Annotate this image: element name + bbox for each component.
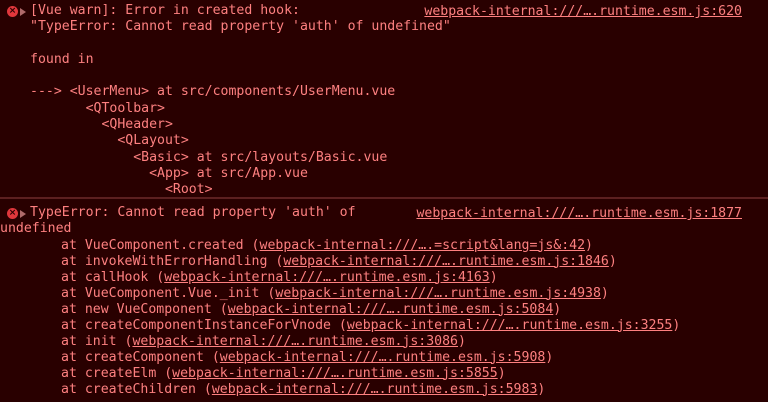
source-link[interactable]: webpack-internal:///….runtime.esm.js:620: [424, 4, 742, 20]
error-detail-line: "TypeError: Cannot read property 'auth' …: [30, 19, 451, 35]
stack-frame: at createComponent (webpack-internal:///…: [30, 350, 742, 366]
stack-frame-link[interactable]: webpack-internal:///….runtime.esm.js:184…: [283, 254, 609, 269]
stack-frame-function: at callHook (: [61, 269, 165, 285]
stack-frame-link[interactable]: webpack-internal:///….runtime.esm.js:508…: [228, 302, 554, 317]
stack-frame-function: at new VueComponent (: [61, 301, 228, 317]
stack-frame: at createComponentInstanceForVnode (webp…: [30, 318, 742, 334]
component-trace-line: <QHeader>: [30, 117, 173, 133]
component-trace-line: <Basic> at src/layouts/Basic.vue: [30, 149, 388, 165]
stack-frame: at callHook (webpack-internal:///….runti…: [30, 270, 742, 286]
stack-frame-suffix: ): [537, 381, 546, 397]
console-error-entry: × TypeError: Cannot read property 'auth'…: [0, 198, 768, 402]
stack-frame-link[interactable]: webpack-internal:///….runtime.esm.js:416…: [164, 270, 490, 285]
stack-frame-suffix: ): [545, 349, 554, 365]
stack-frame-function: at VueComponent.created (: [61, 237, 260, 253]
stack-frame-suffix: ): [458, 333, 466, 349]
expand-triangle-icon[interactable]: [20, 8, 26, 16]
stack-frame-suffix: ): [600, 285, 609, 301]
error-detail-line: [30, 68, 742, 84]
error-circle-icon: ×: [7, 6, 18, 17]
stack-frame-suffix: ): [672, 317, 681, 333]
component-trace-line: ---> <UserMenu> at src/components/UserMe…: [30, 84, 396, 100]
stack-frame: at createChildren (webpack-internal:///……: [30, 382, 742, 398]
stack-frame: at VueComponent.Vue._init (webpack-inter…: [30, 286, 742, 302]
stack-frame: at VueComponent.created (webpack-interna…: [30, 238, 742, 254]
stack-frame-suffix: ): [608, 253, 617, 269]
error-detail-line: found in: [30, 51, 94, 67]
stack-frame: at init (webpack-internal:///….runtime.e…: [30, 334, 742, 350]
component-trace-line: <Root>: [30, 182, 213, 198]
stack-frame-link[interactable]: webpack-internal:///….runtime.esm.js:493…: [275, 286, 601, 301]
error-circle-icon: ×: [7, 208, 18, 219]
console-error-entry: × [Vue warn]: Error in created hook: web…: [0, 0, 768, 198]
stack-frame-function: at VueComponent.Vue._init (: [61, 285, 276, 301]
component-trace-line: <QLayout>: [30, 133, 189, 149]
stack-frame-function: at createElm (: [61, 365, 173, 381]
stack-frame-function: at createComponent (: [61, 349, 220, 365]
stack-frame-function: at init (: [61, 333, 133, 349]
stack-frame-function: at createComponentInstanceForVnode (: [61, 317, 347, 333]
stack-frame-suffix: ): [553, 301, 562, 317]
stack-frame: at new VueComponent (webpack-internal://…: [30, 302, 742, 318]
stack-frame-link[interactable]: webpack-internal:///….runtime.esm.js:598…: [212, 382, 538, 397]
error-message-continued: undefined: [0, 221, 72, 237]
stack-frame-link[interactable]: webpack-internal:///….=script&lang=js&:4…: [260, 238, 586, 253]
stack-frame-suffix: ): [497, 365, 506, 381]
expand-triangle-icon[interactable]: [20, 210, 26, 218]
stack-frame-function: at createChildren (: [61, 381, 212, 397]
component-trace-line: <QToolbar>: [30, 100, 165, 116]
stack-frame-function: at invokeWithErrorHandling (: [61, 253, 284, 269]
stack-frame-suffix: ): [489, 269, 498, 285]
component-trace-line: <App> at src/App.vue: [30, 165, 308, 181]
stack-frame: at invokeWithErrorHandling (webpack-inte…: [30, 254, 742, 270]
stack-frame: at createElm (webpack-internal:///….runt…: [30, 366, 742, 382]
stack-frame-suffix: ): [585, 237, 593, 253]
stack-frame-link[interactable]: webpack-internal:///….runtime.esm.js:308…: [132, 334, 458, 349]
error-detail-line: [30, 36, 742, 52]
stack-frame-link[interactable]: webpack-internal:///….runtime.esm.js:590…: [220, 350, 546, 365]
stack-frame-link[interactable]: webpack-internal:///….runtime.esm.js:325…: [347, 318, 673, 333]
source-link[interactable]: webpack-internal:///….runtime.esm.js:187…: [416, 206, 742, 222]
stack-frame-link[interactable]: webpack-internal:///….runtime.esm.js:585…: [172, 366, 498, 381]
